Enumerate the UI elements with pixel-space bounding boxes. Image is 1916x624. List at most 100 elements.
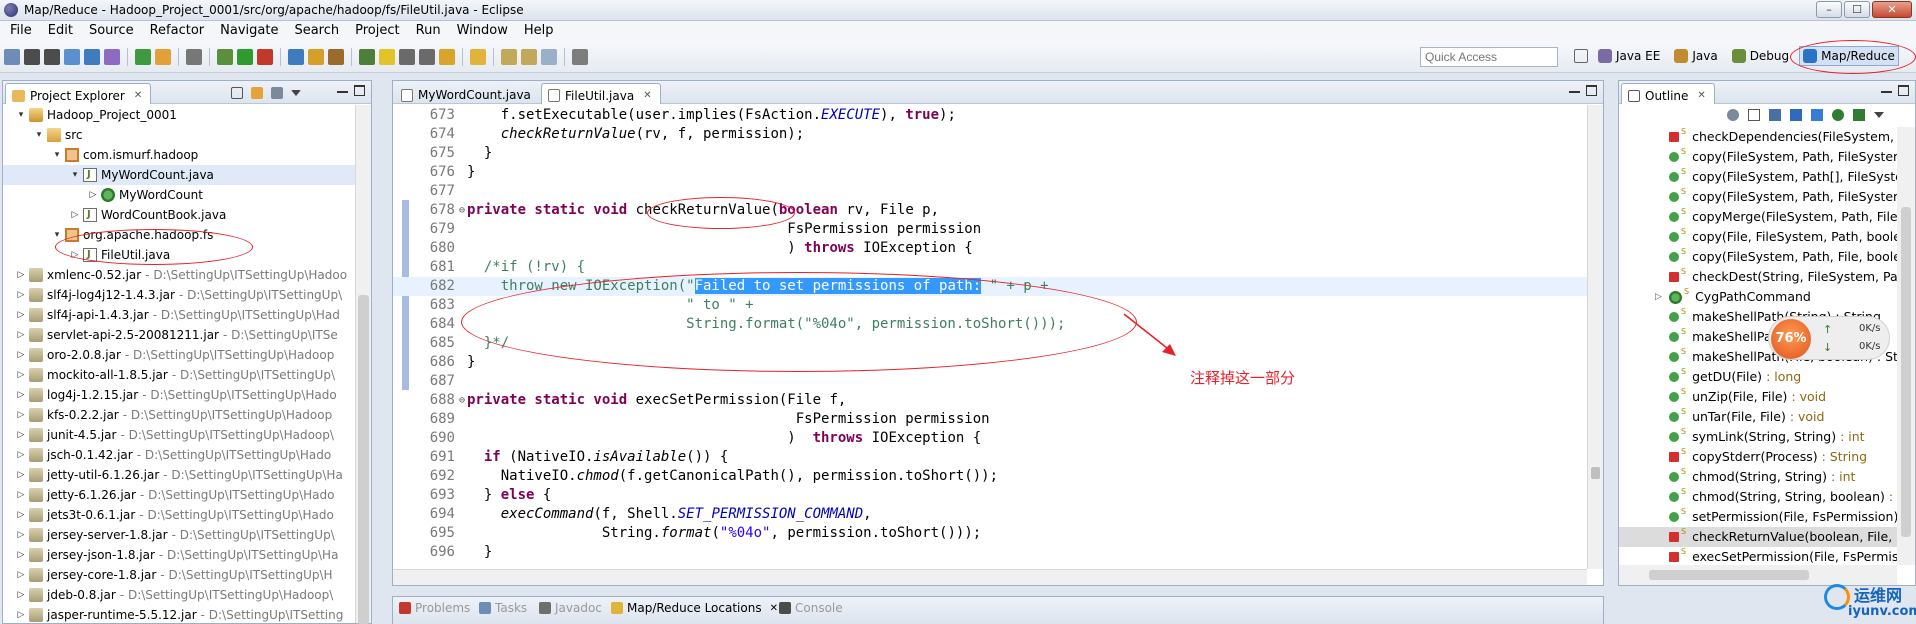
collapsed-arrow-icon[interactable]: ▷ bbox=[15, 585, 27, 605]
close-window-button[interactable]: ✕ bbox=[1872, 1, 1912, 18]
back-icon[interactable] bbox=[470, 49, 486, 65]
tree-node[interactable]: ▾ src bbox=[3, 125, 355, 145]
tree-node[interactable]: ▾ com.ismurf.hadoop bbox=[3, 145, 355, 165]
tab-problems[interactable]: Problems bbox=[399, 601, 470, 615]
outline-item[interactable]: Scopy(FileSystem, Path, FileSystem bbox=[1619, 147, 1897, 167]
collapsed-arrow-icon[interactable]: ▷ bbox=[15, 505, 27, 525]
code-line[interactable]: 682 throw new IOException("Failed to set… bbox=[393, 277, 1587, 296]
view-menu-icon[interactable] bbox=[1874, 112, 1884, 118]
tab-javadoc[interactable]: Javadoc bbox=[539, 601, 602, 615]
tree-node[interactable]: ▷ jersey-json-1.8.jar - D:\SettingUp\ITSet… bbox=[3, 545, 355, 565]
tree-node[interactable]: ▷ junit-4.5.jar - D:\SettingUp\ITSettingUp… bbox=[3, 425, 355, 445]
outline-item[interactable]: Scopy(FileSystem, Path, FileSystem bbox=[1619, 187, 1897, 207]
menu-project[interactable]: Project bbox=[347, 21, 407, 41]
outline-vertical-scrollbar[interactable] bbox=[1897, 127, 1915, 565]
collapsed-arrow-icon[interactable]: ▷ bbox=[15, 465, 27, 485]
tree-node[interactable]: ▷ jets3t-0.6.1.jar - D:\SettingUp\ITSettin… bbox=[3, 505, 355, 525]
outline-item[interactable]: Scopy(FileSystem, Path[], FileSyste bbox=[1619, 167, 1897, 187]
search-icon[interactable] bbox=[328, 49, 344, 65]
toggle-breadcrumb-icon[interactable] bbox=[84, 49, 100, 65]
collapsed-arrow-icon[interactable]: ▷ bbox=[15, 485, 27, 505]
code-line[interactable]: 678 ⊖ private static void checkReturnValue… bbox=[393, 201, 1587, 220]
save-icon[interactable] bbox=[24, 49, 40, 65]
code-line[interactable]: 690 ) throws IOException { bbox=[393, 429, 1587, 448]
collapse-all-icon[interactable] bbox=[231, 87, 243, 99]
toggle-mark-occurrences-icon[interactable] bbox=[104, 49, 120, 65]
editor-vertical-scrollbar[interactable] bbox=[1587, 105, 1603, 569]
code-line[interactable]: 680 ) throws IOException { bbox=[393, 239, 1587, 258]
tree-node[interactable]: ▷ servlet-api-2.5-20081211.jar - D:\Settin… bbox=[3, 325, 355, 345]
tree-node[interactable]: ▷ slf4j-api-1.4.3.jar - D:\SettingUp\ITSet… bbox=[3, 305, 355, 325]
outline-item[interactable]: SunTar(File, File): void bbox=[1619, 407, 1897, 427]
menu-navigate[interactable]: Navigate bbox=[212, 21, 286, 41]
outline-item[interactable]: SsetPermission(File, FsPermission) bbox=[1619, 507, 1897, 527]
code-line[interactable]: 681 /*if (!rv) { bbox=[393, 258, 1587, 277]
tab-fileutil-java[interactable]: FileUtil.java ✕ bbox=[541, 83, 661, 104]
scrollbar-thumb[interactable] bbox=[1591, 467, 1600, 479]
quick-access-input[interactable] bbox=[1420, 47, 1558, 67]
hide-local-types-icon[interactable] bbox=[1853, 109, 1865, 121]
filter-icon[interactable] bbox=[271, 87, 283, 99]
new-java-project-icon[interactable] bbox=[155, 49, 171, 65]
save-all-icon[interactable] bbox=[44, 49, 60, 65]
tree-node[interactable]: ▷ FileUtil.java bbox=[3, 245, 355, 265]
task-icon[interactable] bbox=[186, 49, 202, 65]
new-class-icon[interactable] bbox=[288, 49, 304, 65]
preferences-icon[interactable] bbox=[572, 49, 588, 65]
tab-outline[interactable]: Outline ✕ bbox=[1621, 83, 1715, 104]
next-annotation-icon[interactable] bbox=[359, 49, 375, 65]
tree-node[interactable]: ▷ mockito-all-1.8.5.jar - D:\SettingUp\ITS… bbox=[3, 365, 355, 385]
menu-window[interactable]: Window bbox=[449, 21, 516, 41]
collapsed-arrow-icon[interactable]: ▷ bbox=[69, 205, 81, 225]
minimize-icon[interactable] bbox=[337, 85, 348, 93]
fold-toggle-icon[interactable]: ⊖ bbox=[459, 391, 465, 410]
code-line[interactable]: 686} bbox=[393, 353, 1587, 372]
minimize-icon[interactable] bbox=[1881, 85, 1892, 93]
tree-node[interactable]: ▷ oro-2.0.8.jar - D:\SettingUp\ITSettingUp… bbox=[3, 345, 355, 365]
pin-editor-icon[interactable] bbox=[521, 49, 537, 65]
tree-node[interactable]: ▷ jetty-6.1.26.jar - D:\SettingUp\ITSettin… bbox=[3, 485, 355, 505]
outline-item[interactable]: Schmod(String, String, boolean): i bbox=[1619, 487, 1897, 507]
code-line[interactable]: 694 execCommand(f, Shell.SET_PERMISSION_… bbox=[393, 505, 1587, 524]
minimize-icon[interactable] bbox=[1569, 85, 1580, 93]
tree-node[interactable]: ▾ org.apache.hadoop.fs bbox=[3, 225, 355, 245]
tree-node[interactable]: ▷ kfs-0.2.2.jar - D:\SettingUp\ITSettingUp… bbox=[3, 405, 355, 425]
menu-search[interactable]: Search bbox=[286, 21, 347, 41]
code-line[interactable]: 685 }*/ bbox=[393, 334, 1587, 353]
code-line[interactable]: 684 String.format("%04o", permission.toS… bbox=[393, 315, 1587, 334]
outline-item[interactable]: Schmod(String, String): int bbox=[1619, 467, 1897, 487]
explorer-scrollbar[interactable] bbox=[355, 105, 371, 624]
menu-run[interactable]: Run bbox=[408, 21, 449, 41]
menu-source[interactable]: Source bbox=[81, 21, 142, 41]
maximize-window-button[interactable]: ☐ bbox=[1844, 1, 1870, 18]
outline-item[interactable]: ScheckReturnValue(boolean, File, bbox=[1619, 527, 1897, 547]
expanded-arrow-icon[interactable]: ▾ bbox=[51, 145, 63, 165]
link-icon[interactable] bbox=[541, 49, 557, 65]
last-edit-icon[interactable] bbox=[439, 49, 455, 65]
outline-item[interactable]: Scopy(FileSystem, Path, File, boole bbox=[1619, 247, 1897, 267]
focus-icon[interactable] bbox=[1727, 109, 1739, 121]
menu-file[interactable]: File bbox=[2, 21, 40, 41]
close-icon[interactable]: ✕ bbox=[770, 603, 778, 614]
tree-node[interactable]: ▷ MyWordCount bbox=[3, 185, 355, 205]
perspective-java-ee[interactable]: Java EE bbox=[1594, 46, 1664, 66]
tree-node[interactable]: ▷ jasper-runtime-5.5.12.jar - D:\SettingUp… bbox=[3, 605, 355, 623]
tab-map-reduce-locations[interactable]: Map/Reduce Locations ✕ bbox=[611, 601, 778, 615]
tree-node[interactable]: ▷ xmlenc-0.52.jar - D:\SettingUp\ITSetting… bbox=[3, 265, 355, 285]
outline-item[interactable]: ScopyMerge(FileSystem, Path, File bbox=[1619, 207, 1897, 227]
menu-help[interactable]: Help bbox=[516, 21, 562, 41]
collapsed-arrow-icon[interactable]: ▷ bbox=[15, 605, 27, 623]
tree-node[interactable]: ▷ WordCountBook.java bbox=[3, 205, 355, 225]
tab-console[interactable]: Console bbox=[779, 601, 843, 615]
tree-node[interactable]: ▷ jsch-0.1.42.jar - D:\SettingUp\ITSetting… bbox=[3, 445, 355, 465]
outline-item[interactable]: ScopyStderr(Process): String bbox=[1619, 447, 1897, 467]
link-with-editor-icon[interactable] bbox=[251, 87, 263, 99]
stop-icon[interactable] bbox=[257, 49, 273, 65]
menu-refactor[interactable]: Refactor bbox=[142, 21, 213, 41]
outline-item[interactable]: ScheckDest(String, FileSystem, Pat bbox=[1619, 267, 1897, 287]
outline-item[interactable]: ▷ S CygPathCommand bbox=[1619, 287, 1897, 307]
close-icon[interactable]: ✕ bbox=[1697, 90, 1705, 101]
expanded-arrow-icon[interactable]: ▾ bbox=[15, 105, 27, 125]
perspective-map-reduce[interactable]: Map/Reduce bbox=[1799, 46, 1899, 66]
outline-item[interactable]: SsymLink(String, String): int bbox=[1619, 427, 1897, 447]
